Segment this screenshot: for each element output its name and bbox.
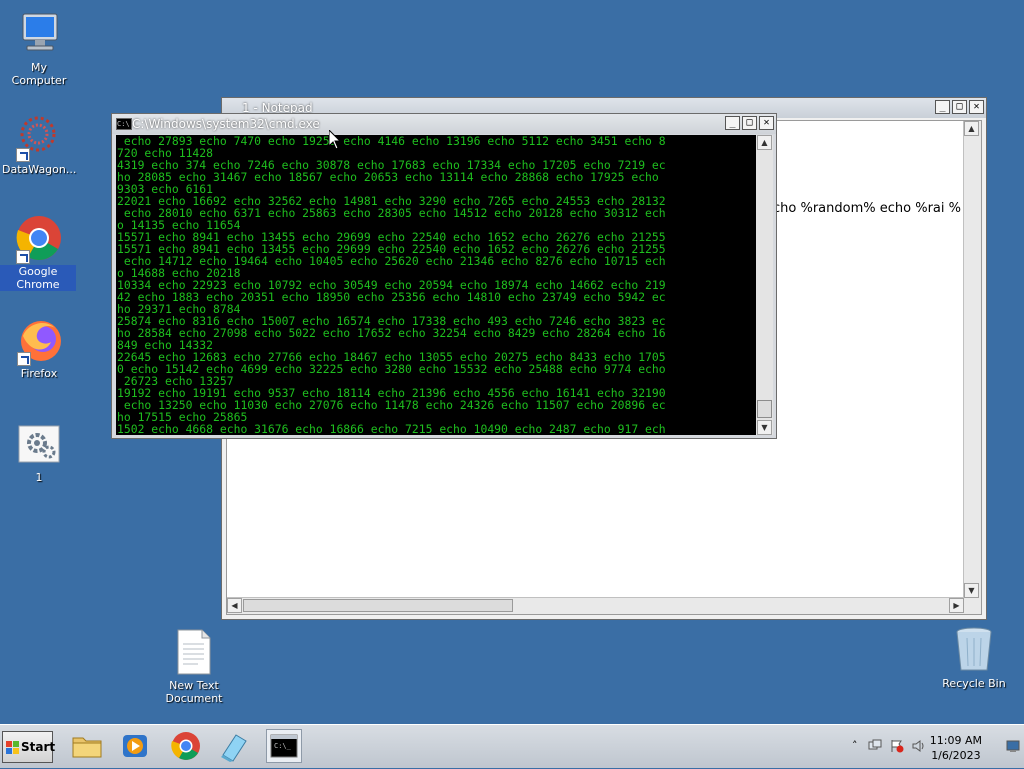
minimize-button[interactable]: _ (935, 100, 950, 114)
action-center-flag-icon[interactable] (890, 739, 904, 753)
taskbar-chrome[interactable] (168, 729, 204, 763)
start-label: Start (21, 740, 56, 754)
desktop-icon-recycle-bin[interactable]: Recycle Bin (936, 626, 1012, 690)
clock[interactable]: 11:09 AM 1/6/2023 (930, 733, 982, 763)
console-icon: C:\ (116, 118, 132, 130)
desktop-icon-new-text-document[interactable]: New Text Document (156, 628, 232, 705)
scroll-down-icon[interactable]: ▼ (964, 583, 979, 598)
svg-text:C:\_: C:\_ (274, 742, 292, 750)
scroll-up-icon[interactable]: ▲ (757, 135, 772, 150)
desktop-icon-firefox[interactable]: Firefox (1, 316, 77, 380)
windows-logo-icon (6, 741, 19, 754)
desktop-icon-google-chrome[interactable]: Google Chrome (0, 214, 76, 291)
console-text: echo 27893 echo 7470 echo 19251 echo 414… (116, 135, 756, 435)
command-prompt-icon: C:\_ (270, 734, 298, 758)
shortcut-arrow-icon (16, 250, 30, 264)
taskbar-explorer[interactable] (69, 729, 105, 763)
console-line: 1502 echo 4668 echo 31676 echo 16866 ech… (117, 422, 666, 435)
computer-icon (15, 10, 63, 58)
volume-icon[interactable] (912, 739, 926, 753)
cmd-window[interactable]: C:\ C:\Windows\system32\cmd.exe _ □ ✕ ec… (111, 113, 777, 439)
cmd-scroll-thumb[interactable] (757, 400, 772, 418)
taskbar-media-player[interactable] (117, 729, 153, 763)
scroll-left-icon[interactable]: ◀ (227, 598, 242, 613)
taskbar-notepad[interactable] (216, 729, 252, 763)
desktop-icon-label: DataWagon... (2, 163, 77, 176)
taskbar: Start C:\_ ˄ 11:09 AM 1/6/2023 (0, 724, 1024, 768)
scroll-up-icon[interactable]: ▲ (964, 121, 979, 136)
folder-icon (72, 737, 102, 758)
firefox-icon (15, 316, 63, 366)
text-document-icon (170, 628, 218, 676)
settings-file-icon (15, 420, 63, 468)
notepad-icon (221, 734, 247, 762)
maximize-button[interactable]: □ (742, 116, 757, 130)
taskbar-cmd[interactable]: C:\_ (266, 729, 302, 763)
notepad-vertical-scrollbar[interactable]: ▲ ▼ (963, 121, 981, 598)
clock-time: 11:09 AM (929, 734, 982, 747)
cmd-title: C:\Windows\system32\cmd.exe (132, 117, 320, 131)
resize-grip[interactable] (964, 598, 981, 614)
chrome-icon (14, 214, 62, 264)
desktop-icon-1[interactable]: 1 (1, 420, 77, 484)
network-icon[interactable] (868, 739, 882, 753)
system-tray: ˄ 11:09 AM 1/6/2023 (848, 725, 1024, 769)
minimize-button[interactable]: _ (725, 116, 740, 130)
clock-date: 1/6/2023 (931, 749, 981, 762)
desktop-icon-label: New Text Document (165, 679, 223, 705)
datawagon-icon (14, 112, 62, 162)
desktop-icon-label: Recycle Bin (942, 677, 1006, 690)
desktop-icon-datawagon[interactable]: DataWagon... (0, 112, 76, 176)
close-button[interactable]: ✕ (969, 100, 984, 114)
maximize-button[interactable]: □ (952, 100, 967, 114)
scroll-right-icon[interactable]: ▶ (949, 598, 964, 613)
scroll-down-icon[interactable]: ▼ (757, 420, 772, 435)
console-output[interactable]: echo 27893 echo 7470 echo 19251 echo 414… (116, 135, 756, 435)
recycle-bin-icon (950, 626, 998, 674)
close-button[interactable]: ✕ (759, 116, 774, 130)
mouse-cursor-icon (329, 130, 341, 150)
show-hidden-icons-icon[interactable]: ˄ (852, 739, 866, 753)
horizontal-scroll-thumb[interactable] (243, 599, 513, 612)
desktop-icon-my-computer[interactable]: My Computer (1, 10, 77, 87)
show-desktop-icon[interactable] (1006, 739, 1020, 753)
chrome-icon (171, 732, 200, 760)
desktop-icon-label: My Computer (11, 61, 67, 87)
desktop-icon-label: Firefox (20, 367, 58, 380)
start-button[interactable]: Start (2, 731, 56, 763)
cmd-titlebar[interactable]: C:\ C:\Windows\system32\cmd.exe _ □ ✕ (112, 114, 776, 134)
desktop-icon-label: Google Chrome (0, 265, 76, 291)
desktop-icon-label: 1 (35, 471, 43, 484)
media-player-icon (123, 735, 147, 757)
cmd-vertical-scrollbar[interactable]: ▲ ▼ (756, 135, 773, 435)
shortcut-arrow-icon (17, 352, 31, 366)
notepad-horizontal-scrollbar[interactable]: ◀ ▶ (227, 597, 964, 614)
shortcut-arrow-icon (16, 148, 30, 162)
